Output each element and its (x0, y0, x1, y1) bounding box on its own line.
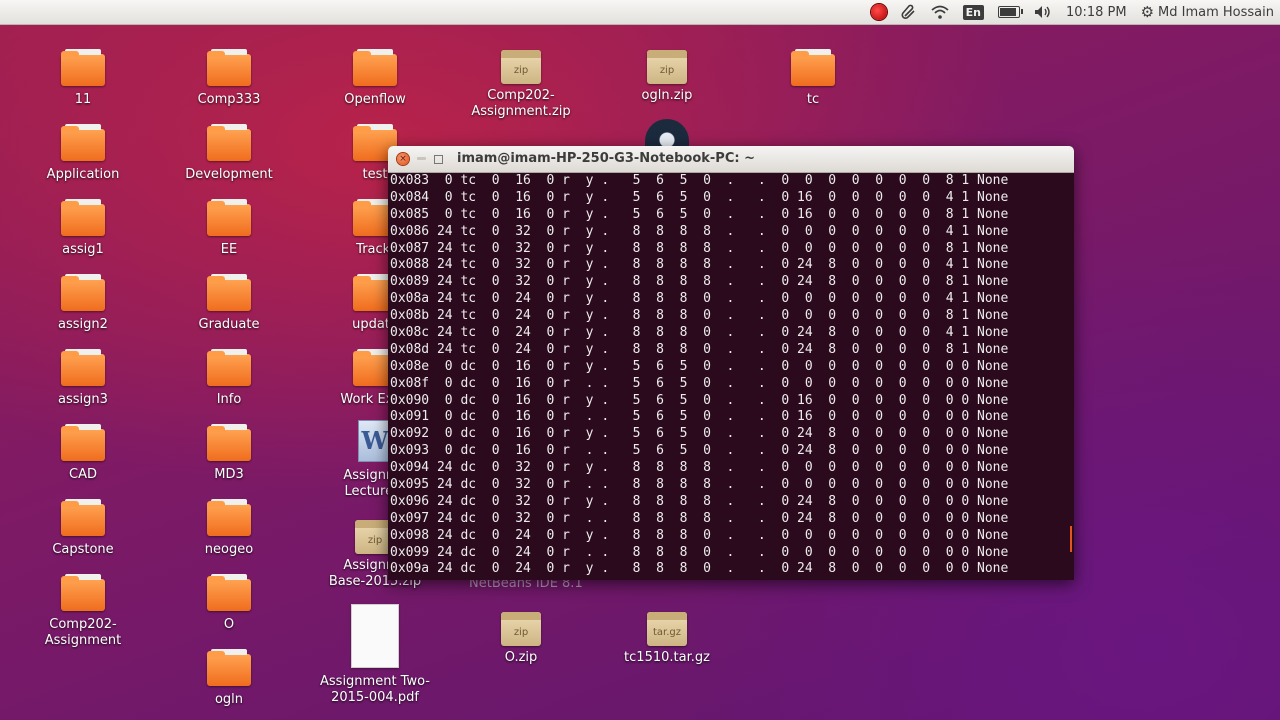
desktop-folder-capstone[interactable]: Capstone (28, 499, 138, 558)
folder-icon (207, 499, 251, 536)
desktop-folder-development[interactable]: Development (174, 124, 284, 183)
desktop-folder-application[interactable]: Application (28, 124, 138, 183)
word-document-icon: W (358, 420, 392, 462)
folder-icon (61, 199, 105, 236)
desktop-folder-md3[interactable]: MD3 (174, 424, 284, 483)
gear-icon: ⚙ (1140, 3, 1155, 21)
desktop-folder-ee[interactable]: EE (174, 199, 284, 258)
terminal-line: 0x089 24 tc 0 32 0 r y . 8 8 8 8 . . 0 2… (390, 274, 1009, 290)
steam-icon[interactable] (645, 119, 689, 149)
terminal-title: imam@imam-HP-250-G3-Notebook-PC: ~ (457, 151, 755, 166)
terminal-line: 0x087 24 tc 0 32 0 r y . 8 8 8 8 . . 0 0… (390, 240, 1009, 256)
terminal-line: 0x083 0 tc 0 16 0 r y . 5 6 5 0 . . 0 0 … (390, 173, 1009, 188)
terminal-line: 0x084 0 tc 0 16 0 r y . 5 6 5 0 . . 0 16… (390, 189, 1009, 205)
wifi-icon[interactable] (924, 0, 956, 24)
clip-icon[interactable] (894, 0, 924, 24)
terminal-line: 0x091 0 dc 0 16 0 r . . 5 6 5 0 . . 0 16… (390, 409, 1009, 425)
folder-icon (61, 424, 105, 461)
zip-archive-icon: zip (501, 612, 541, 646)
desktop-folder-comp333[interactable]: Comp333 (174, 49, 284, 108)
folder-icon (207, 349, 251, 386)
terminal-line: 0x098 24 dc 0 24 0 r y . 8 8 8 0 . . 0 0… (390, 527, 1009, 543)
terminal-output[interactable]: 0x083 0 tc 0 16 0 r y . 5 6 5 0 . . 0 0 … (388, 173, 1074, 580)
terminal-line: 0x08a 24 tc 0 24 0 r y . 8 8 8 0 . . 0 0… (390, 291, 1009, 307)
terminal-line: 0x094 24 dc 0 32 0 r y . 8 8 8 8 . . 0 0… (390, 460, 1009, 476)
folder-icon (61, 274, 105, 311)
terminal-line: 0x08f 0 dc 0 16 0 r . . 5 6 5 0 . . 0 0 … (390, 375, 1009, 391)
terminal-line: 0x090 0 dc 0 16 0 r y . 5 6 5 0 . . 0 16… (390, 392, 1009, 408)
terminal-line: 0x09a 24 dc 0 24 0 r y . 8 8 8 0 . . 0 2… (390, 561, 1009, 577)
terminal-titlebar[interactable]: × imam@imam-HP-250-G3-Notebook-PC: ~ (388, 146, 1074, 173)
folder-icon (61, 349, 105, 386)
terminal-line: 0x08b 24 tc 0 24 0 r y . 8 8 8 0 . . 0 0… (390, 308, 1009, 324)
desktop-folder-11[interactable]: 11 (28, 49, 138, 108)
desktop-folder-assign2[interactable]: assign2 (28, 274, 138, 333)
zip-archive-icon: zip (501, 50, 541, 84)
folder-icon (61, 124, 105, 161)
desktop-folder-cad[interactable]: CAD (28, 424, 138, 483)
top-panel: En 10:18 PM ⚙ Md Imam Hossain (0, 0, 1280, 25)
record-icon[interactable] (864, 0, 894, 24)
desktop-folder-o[interactable]: O (174, 574, 284, 633)
clock[interactable]: 10:18 PM (1059, 0, 1134, 24)
desktop-file-comp202-assignment-zip[interactable]: zip Comp202-Assignment.zip (466, 50, 576, 120)
desktop-folder-tc[interactable]: tc (758, 49, 868, 108)
folder-icon (207, 424, 251, 461)
battery-icon[interactable] (991, 0, 1027, 24)
terminal-line: 0x096 24 dc 0 32 0 r y . 8 8 8 8 . . 0 2… (390, 493, 1009, 509)
folder-icon (791, 49, 835, 86)
pdf-file-icon (351, 604, 399, 668)
user-menu[interactable]: ⚙ Md Imam Hossain (1134, 0, 1280, 24)
folder-icon (207, 574, 251, 611)
desktop-folder-assig1[interactable]: assig1 (28, 199, 138, 258)
terminal-line: 0x088 24 tc 0 32 0 r y . 8 8 8 8 . . 0 2… (390, 257, 1009, 273)
terminal-line: 0x097 24 dc 0 32 0 r . . 8 8 8 8 . . 0 2… (390, 510, 1009, 526)
terminal-line: 0x092 0 dc 0 16 0 r y . 5 6 5 0 . . 0 24… (390, 426, 1009, 442)
desktop-file-assignment-two-pdf[interactable]: Assignment Two-2015-004.pdf (320, 604, 430, 706)
terminal-line: 0x093 0 dc 0 16 0 r . . 5 6 5 0 . . 0 24… (390, 443, 1009, 459)
terminal-line: 0x086 24 tc 0 32 0 r y . 8 8 8 8 . . 0 0… (390, 223, 1009, 239)
desktop-folder-neogeo[interactable]: neogeo (174, 499, 284, 558)
folder-icon (207, 199, 251, 236)
desktop-folder-graduate[interactable]: Graduate (174, 274, 284, 333)
folder-icon (61, 499, 105, 536)
tar-archive-icon: tar.gz (647, 612, 687, 646)
terminal-scrollbar[interactable] (1070, 526, 1072, 552)
desktop-folder-openflow[interactable]: Openflow (320, 49, 430, 108)
desktop-file-tc1510-targz[interactable]: tar.gz tc1510.tar.gz (612, 612, 722, 666)
user-name: Md Imam Hossain (1158, 4, 1274, 20)
terminal-line: 0x08c 24 tc 0 24 0 r y . 8 8 8 0 . . 0 2… (390, 325, 1009, 341)
desktop-folder-info[interactable]: Info (174, 349, 284, 408)
desktop-folder-assign3[interactable]: assign3 (28, 349, 138, 408)
folder-icon (61, 574, 105, 611)
desktop-file-ogln-zip[interactable]: zip ogln.zip (612, 50, 722, 104)
folder-icon (207, 649, 251, 686)
terminal-line: 0x099 24 dc 0 24 0 r . . 8 8 8 0 . . 0 0… (390, 544, 1009, 560)
terminal-line: 0x08d 24 tc 0 24 0 r y . 8 8 8 0 . . 0 2… (390, 341, 1009, 357)
zip-archive-icon: zip (647, 50, 687, 84)
desktop-folder-comp202-assignment[interactable]: Comp202-Assignment (28, 574, 138, 649)
folder-icon (207, 49, 251, 86)
folder-icon (207, 274, 251, 311)
folder-icon (61, 49, 105, 86)
terminal-line: 0x095 24 dc 0 32 0 r . . 8 8 8 8 . . 0 0… (390, 477, 1009, 493)
language-indicator: En (962, 4, 984, 20)
terminal-line: 0x08e 0 dc 0 16 0 r y . 5 6 5 0 . . 0 0 … (390, 358, 1009, 374)
volume-icon[interactable] (1027, 0, 1059, 24)
folder-icon (207, 124, 251, 161)
folder-icon (353, 49, 397, 86)
terminal-line: 0x085 0 tc 0 16 0 r y . 5 6 5 0 . . 0 16… (390, 206, 1009, 222)
desktop-folder-ogln[interactable]: ogln (174, 649, 284, 708)
keyboard-language-icon[interactable]: En (956, 0, 991, 24)
desktop-file-o-zip[interactable]: zip O.zip (466, 612, 576, 666)
terminal-window[interactable]: × imam@imam-HP-250-G3-Notebook-PC: ~ 0x0… (388, 146, 1074, 580)
